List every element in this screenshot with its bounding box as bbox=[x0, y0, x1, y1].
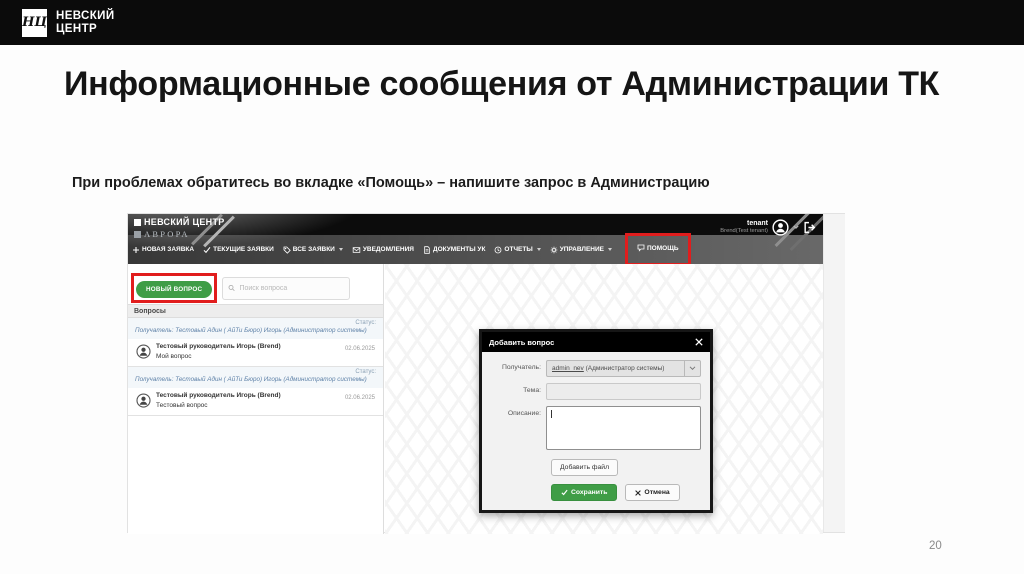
recipient-value-user: admin_nev bbox=[552, 365, 584, 372]
new-question-highlight-box: НОВЫЙ ВОПРОС bbox=[131, 273, 218, 303]
nav-documents[interactable]: ДОКУМЕНТЫ УК bbox=[423, 245, 485, 254]
brand-line2: ЦЕНТР bbox=[56, 22, 98, 35]
description-textarea[interactable] bbox=[546, 406, 701, 450]
nav-help[interactable]: ПОМОЩЬ bbox=[637, 244, 679, 259]
screenshot-right-strip bbox=[823, 214, 845, 532]
user-org: Brend(Test tenant) bbox=[720, 228, 768, 235]
description-label: Описание: bbox=[507, 410, 541, 417]
slide-subtitle: При проблемах обратитесь во вкладке «Пом… bbox=[72, 175, 710, 191]
item-author: Тестовый руководитель Игорь (Brend) bbox=[156, 342, 281, 350]
item-author: Тестовый руководитель Игорь (Brend) bbox=[156, 391, 281, 399]
user-name: tenant bbox=[747, 219, 768, 227]
slide-root: НЦ НЕВСКИЙ ЦЕНТР Информационные сообщени… bbox=[0, 0, 1024, 574]
item-date: 02.06.2025 bbox=[344, 345, 375, 352]
panel-top: НОВЫЙ ВОПРОС bbox=[131, 273, 351, 303]
avatar-icon[interactable] bbox=[772, 219, 789, 236]
nevsky-center-logo: НЦ bbox=[22, 8, 47, 37]
close-icon[interactable] bbox=[695, 338, 703, 346]
cancel-button[interactable]: Отмена bbox=[625, 484, 680, 501]
list-item[interactable]: Статус: Получатель: Тестовый Адин ( АйТи… bbox=[128, 366, 383, 416]
logo-square-icon bbox=[134, 218, 141, 226]
nav-reports[interactable]: ОТЧЕТЫ bbox=[494, 246, 541, 254]
tag-icon bbox=[283, 246, 291, 254]
plus-icon bbox=[133, 246, 139, 253]
chevron-down-icon bbox=[608, 248, 612, 251]
list-item[interactable]: Статус: Получатель: Тестовый Адин ( АйТи… bbox=[128, 318, 383, 367]
nav-all-requests[interactable]: ВСЕ ЗАЯВКИ bbox=[283, 246, 343, 254]
status-label: Статус: bbox=[355, 368, 376, 375]
modal-title-bar: Добавить вопрос bbox=[482, 332, 710, 352]
main-area: Добавить вопрос Получатель: admin_nev (А… bbox=[385, 264, 823, 534]
chevron-down-icon bbox=[684, 361, 700, 376]
nav-current-requests[interactable]: ТЕКУЩИЕ ЗАЯВКИ bbox=[203, 246, 274, 254]
chat-icon bbox=[637, 244, 645, 252]
status-label: Статус: bbox=[355, 320, 376, 326]
check-icon bbox=[561, 489, 568, 496]
item-subject: Мой вопрос bbox=[156, 352, 192, 360]
questions-list-title: Вопросы bbox=[128, 304, 383, 318]
user-block: tenant Brend(Test tenant) bbox=[720, 219, 816, 236]
item-body: Тестовый руководитель Игорь (Brend) Тест… bbox=[128, 387, 383, 415]
item-head: Статус: Получатель: Тестовый Адин ( АйТи… bbox=[128, 366, 383, 388]
app-screenshot: НЕВСКИЙ ЦЕНТР АВРОРА НОВАЯ ЗАЯВКА ТЕКУЩИ bbox=[127, 213, 845, 534]
brand-text: НЕВСКИЙ ЦЕНТР bbox=[56, 10, 115, 36]
app-logo-line1: НЕВСКИЙ ЦЕНТР bbox=[144, 217, 225, 227]
search-box bbox=[222, 276, 351, 300]
recipient-label: Получатель: bbox=[501, 364, 541, 371]
subject-input[interactable] bbox=[546, 383, 701, 400]
chevron-down-icon[interactable] bbox=[793, 225, 799, 230]
modal-title: Добавить вопрос bbox=[489, 337, 555, 347]
item-subject: Тестовый вопрос bbox=[156, 401, 208, 409]
chevron-down-icon bbox=[536, 248, 541, 251]
app-nav: НОВАЯ ЗАЯВКА ТЕКУЩИЕ ЗАЯВКИ ВСЕ ЗАЯВКИ У… bbox=[132, 233, 691, 264]
help-highlight-box: ПОМОЩЬ bbox=[625, 233, 691, 264]
new-question-button[interactable]: НОВЫЙ ВОПРОС bbox=[136, 281, 213, 298]
chevron-down-icon bbox=[338, 248, 343, 251]
app-content: НЕВСКИЙ ЦЕНТР АВРОРА НОВАЯ ЗАЯВКА ТЕКУЩИ bbox=[128, 214, 823, 534]
history-icon bbox=[495, 246, 502, 253]
item-recipient: Получатель: Тестовый Адин ( АйТи Бюро) И… bbox=[135, 327, 367, 334]
logo-monogram: НЦ bbox=[22, 15, 47, 30]
envelope-icon bbox=[352, 246, 361, 253]
search-input[interactable] bbox=[239, 284, 345, 292]
close-icon bbox=[635, 489, 642, 496]
save-button[interactable]: Сохранить bbox=[551, 484, 618, 501]
recipient-value-rest: (Администратор системы) bbox=[583, 365, 665, 372]
check-icon bbox=[203, 246, 211, 253]
avatar-icon bbox=[136, 393, 151, 408]
document-icon bbox=[424, 245, 430, 254]
brand-line1: НЕВСКИЙ bbox=[56, 9, 115, 22]
questions-panel: НОВЫЙ ВОПРОС Вопросы Статус: Получатель:… bbox=[128, 264, 384, 534]
item-body: Тестовый руководитель Игорь (Brend) Мой … bbox=[128, 338, 383, 366]
modal-body: Получатель: admin_nev (Администратор сис… bbox=[482, 352, 710, 510]
avatar-icon bbox=[136, 344, 151, 359]
item-recipient: Получатель: Тестовый Адин ( АйТи Бюро) И… bbox=[135, 375, 367, 383]
nav-notifications[interactable]: УВЕДОМЛЕНИЯ bbox=[352, 246, 414, 254]
slide-topbar: НЦ НЕВСКИЙ ЦЕНТР bbox=[0, 0, 1024, 45]
search-icon bbox=[228, 284, 235, 292]
subject-label: Тема: bbox=[523, 387, 541, 394]
gear-icon bbox=[550, 246, 558, 253]
user-text: tenant Brend(Test tenant) bbox=[720, 220, 768, 235]
nav-new-request[interactable]: НОВАЯ ЗАЯВКА bbox=[132, 246, 194, 254]
questions-list: Статус: Получатель: Тестовый Адин ( АйТи… bbox=[128, 318, 383, 416]
recipient-select[interactable]: admin_nev (Администратор системы) bbox=[546, 360, 701, 377]
page-title: Информационные сообщения от Администраци… bbox=[64, 65, 940, 103]
nav-management[interactable]: УПРАВЛЕНИЕ bbox=[550, 246, 612, 254]
app-header: НЕВСКИЙ ЦЕНТР АВРОРА НОВАЯ ЗАЯВКА ТЕКУЩИ bbox=[128, 214, 823, 264]
add-question-modal: Добавить вопрос Получатель: admin_nev (А… bbox=[479, 329, 713, 513]
page-number: 20 bbox=[929, 540, 942, 552]
add-file-button[interactable]: Добавить файл bbox=[551, 459, 619, 476]
logout-icon[interactable] bbox=[803, 221, 816, 234]
item-head: Статус: Получатель: Тестовый Адин ( АйТи… bbox=[128, 318, 383, 339]
item-date: 02.06.2025 bbox=[344, 394, 375, 401]
